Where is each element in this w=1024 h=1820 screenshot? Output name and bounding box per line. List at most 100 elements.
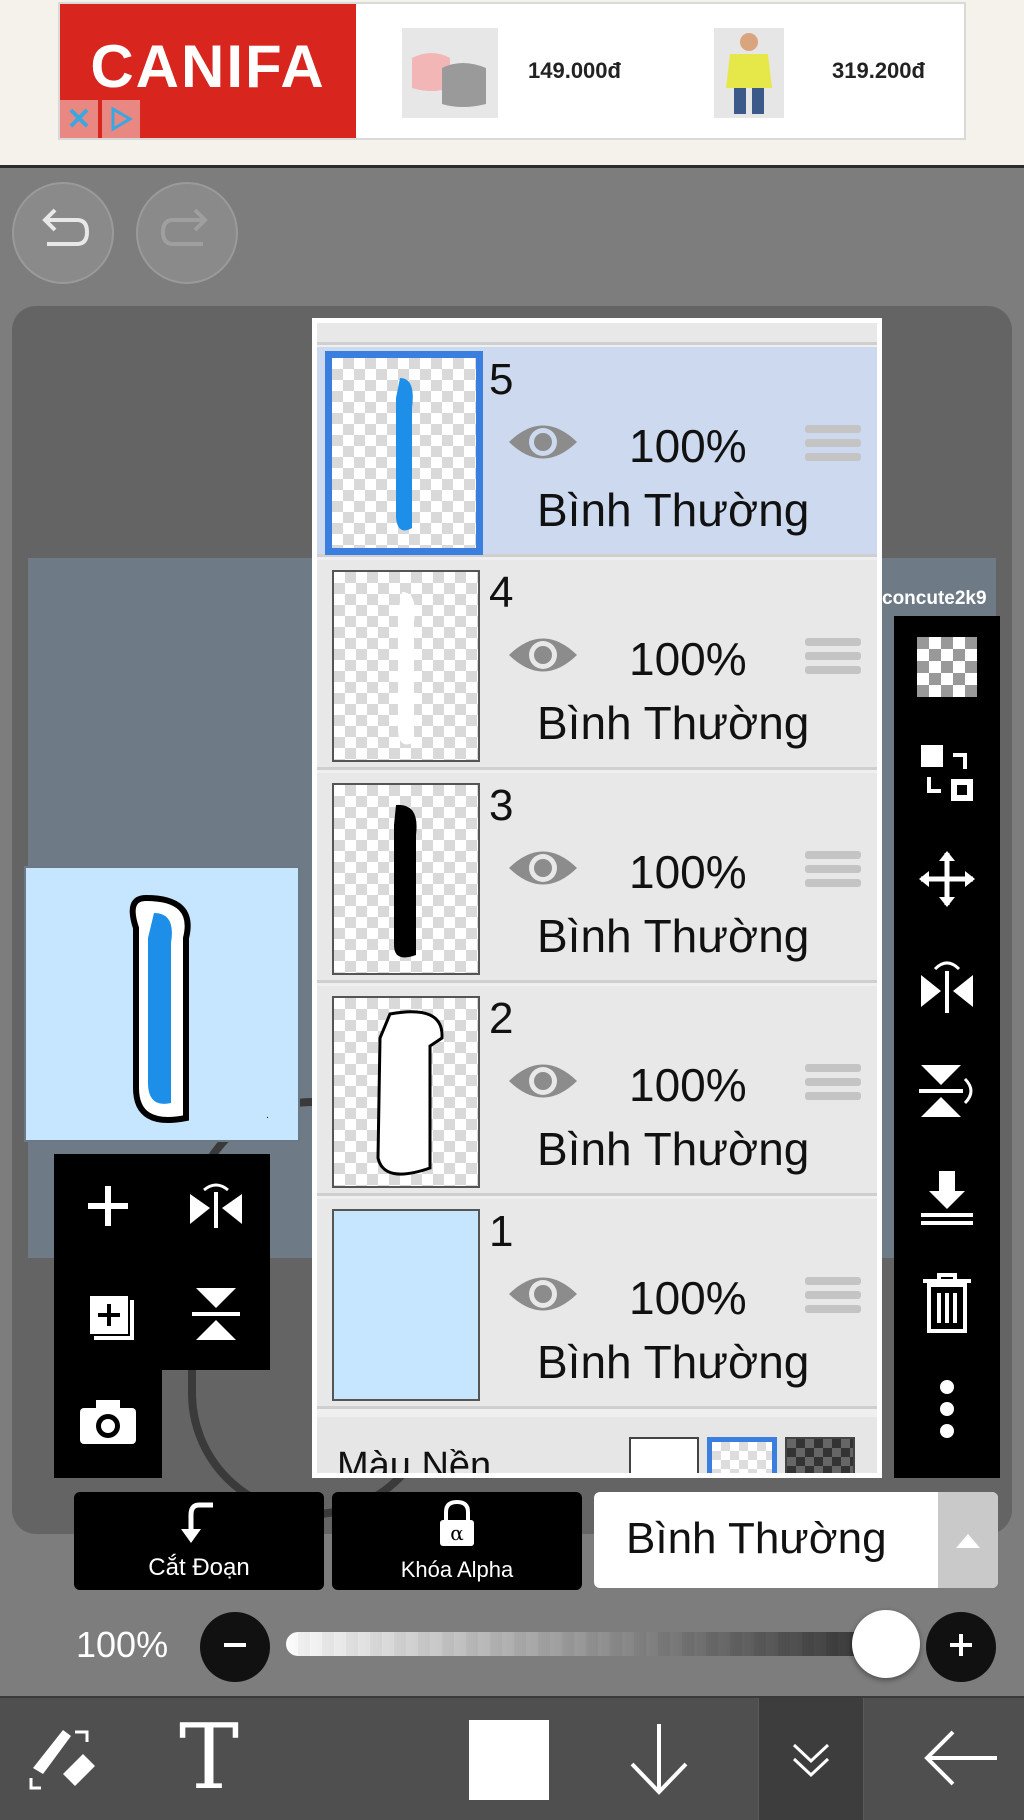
add-layer-button[interactable] bbox=[54, 1154, 162, 1262]
drag-handle-icon[interactable] bbox=[805, 425, 861, 469]
layer-blend-mode[interactable]: Bình Thường bbox=[537, 483, 809, 537]
chevron-up-icon[interactable] bbox=[938, 1492, 998, 1588]
layer-number: 5 bbox=[489, 355, 514, 404]
layer-blend-mode[interactable]: Bình Thường bbox=[537, 696, 809, 750]
eye-icon[interactable] bbox=[505, 1269, 581, 1319]
camera-tool bbox=[54, 1370, 162, 1478]
swap-layers-button[interactable] bbox=[894, 722, 1000, 828]
flip-vertical-icon bbox=[917, 1061, 977, 1126]
opacity-value: 100% bbox=[76, 1624, 169, 1665]
opacity-slider-track[interactable] bbox=[286, 1632, 886, 1656]
layer-opacity[interactable]: 100% bbox=[629, 632, 747, 686]
ad-product-image-1[interactable] bbox=[402, 28, 498, 118]
layer-opacity[interactable]: 100% bbox=[629, 845, 747, 899]
color-picker-button[interactable] bbox=[454, 1698, 564, 1820]
lock-alpha-icon: α bbox=[436, 1499, 478, 1553]
text-tool-button[interactable]: T bbox=[154, 1698, 264, 1820]
merge-down-button[interactable] bbox=[894, 1146, 1000, 1252]
scroll-down-button[interactable] bbox=[604, 1698, 714, 1820]
ad-product-price-1[interactable]: 149.000đ bbox=[528, 58, 621, 84]
background-white-swatch[interactable] bbox=[629, 1437, 699, 1473]
layers-panel[interactable]: 5 100% Bình Thường 4 100% Bình Thường 3 … bbox=[312, 318, 882, 1478]
layer-thumbnail-2[interactable] bbox=[332, 996, 480, 1188]
text-icon: T bbox=[169, 1705, 249, 1810]
undo-icon bbox=[33, 206, 93, 261]
camera-icon bbox=[78, 1398, 138, 1451]
plus-icon bbox=[84, 1182, 132, 1235]
flip-vertical-icon bbox=[188, 1284, 244, 1349]
eye-icon[interactable] bbox=[505, 417, 581, 467]
transparent-fill-button[interactable] bbox=[894, 616, 1000, 722]
opacity-increase-button[interactable] bbox=[926, 1612, 996, 1682]
canvas-watermark-text: concute2k9 bbox=[882, 588, 987, 609]
layer-thumbnail-1[interactable] bbox=[332, 1209, 480, 1401]
layer-opacity[interactable]: 100% bbox=[629, 1058, 747, 1112]
alpha-lock-label: Khóa Alpha bbox=[400, 1556, 514, 1582]
blend-mode-select[interactable]: Bình Thường bbox=[594, 1492, 998, 1588]
layer-thumbnail-5[interactable] bbox=[325, 351, 483, 555]
move-button[interactable] bbox=[894, 828, 1000, 934]
eye-icon[interactable] bbox=[505, 630, 581, 680]
ad-banner[interactable]: CANIFA ✕ 149.000đ 319.200đ bbox=[58, 2, 966, 140]
more-vertical-icon bbox=[937, 1379, 957, 1444]
flip-vertical-right-button[interactable] bbox=[894, 1040, 1000, 1146]
layer-number: 3 bbox=[489, 781, 514, 830]
back-button[interactable] bbox=[906, 1698, 1016, 1820]
svg-text:α: α bbox=[450, 1521, 464, 1545]
drag-handle-icon[interactable] bbox=[805, 1277, 861, 1321]
flip-horizontal-icon bbox=[917, 955, 977, 1020]
flip-horizontal-button[interactable] bbox=[162, 1154, 270, 1262]
drag-handle-icon[interactable] bbox=[805, 638, 861, 682]
layer-opacity[interactable]: 100% bbox=[629, 419, 747, 473]
redo-icon bbox=[157, 206, 217, 261]
eye-icon[interactable] bbox=[505, 1056, 581, 1106]
eye-icon[interactable] bbox=[505, 843, 581, 893]
layer-row-5[interactable]: 5 100% Bình Thường bbox=[317, 347, 877, 557]
ad-banner-area: CANIFA ✕ 149.000đ 319.200đ bbox=[0, 0, 1024, 168]
layer-opacity[interactable]: 100% bbox=[629, 1271, 747, 1325]
swap-icon bbox=[917, 741, 977, 810]
layer-thumbnail-3[interactable] bbox=[332, 783, 480, 975]
merge-down-icon bbox=[917, 1167, 977, 1232]
alpha-lock-button[interactable]: α Khóa Alpha bbox=[332, 1492, 582, 1590]
flip-vertical-button[interactable] bbox=[162, 1262, 270, 1370]
layer-row-1[interactable]: 1 100% Bình Thường bbox=[317, 1199, 877, 1409]
blend-mode-value: Bình Thường bbox=[626, 1514, 887, 1563]
camera-button[interactable] bbox=[54, 1370, 162, 1478]
layer-row-3[interactable]: 3 100% Bình Thường bbox=[317, 773, 877, 983]
drag-handle-icon[interactable] bbox=[805, 1064, 861, 1108]
canvas-preview[interactable]: . bbox=[24, 866, 300, 1142]
brush-eraser-toggle-button[interactable] bbox=[8, 1698, 118, 1820]
opacity-decrease-button[interactable] bbox=[200, 1612, 270, 1682]
ad-product-image-2[interactable] bbox=[714, 28, 784, 118]
layer-number: 4 bbox=[489, 568, 514, 617]
background-color-row: Màu Nền bbox=[317, 1417, 877, 1473]
more-options-button[interactable] bbox=[894, 1358, 1000, 1464]
layer-row-partial[interactable] bbox=[317, 323, 877, 345]
delete-layer-button[interactable] bbox=[894, 1252, 1000, 1358]
flip-horizontal-right-button[interactable] bbox=[894, 934, 1000, 1040]
ad-close-icon[interactable]: ✕ bbox=[60, 100, 98, 138]
layer-blend-mode[interactable]: Bình Thường bbox=[537, 909, 809, 963]
opacity-slider-thumb[interactable] bbox=[852, 1610, 920, 1678]
ad-product-price-2[interactable]: 319.200đ bbox=[832, 58, 925, 84]
background-transparent-swatch[interactable] bbox=[707, 1437, 777, 1473]
undo-button[interactable] bbox=[12, 182, 114, 284]
ad-choices-icon[interactable] bbox=[102, 100, 140, 138]
layer-tools-grid bbox=[54, 1154, 270, 1370]
layer-number: 2 bbox=[489, 994, 514, 1043]
collapse-panel-button[interactable] bbox=[758, 1698, 864, 1820]
clipping-button[interactable]: Cắt Đoạn bbox=[74, 1492, 324, 1590]
color-swatch bbox=[469, 1720, 549, 1800]
double-chevron-down-icon bbox=[786, 1733, 836, 1788]
move-icon bbox=[917, 849, 977, 914]
layer-row-4[interactable]: 4 100% Bình Thường bbox=[317, 560, 877, 770]
layer-blend-mode[interactable]: Bình Thường bbox=[537, 1122, 809, 1176]
layer-row-2[interactable]: 2 100% Bình Thường bbox=[317, 986, 877, 1196]
background-dark-checker-swatch[interactable] bbox=[785, 1437, 855, 1473]
redo-button[interactable] bbox=[136, 182, 238, 284]
layer-blend-mode[interactable]: Bình Thường bbox=[537, 1335, 809, 1389]
layer-thumbnail-4[interactable] bbox=[332, 570, 480, 762]
add-layer-copy-button[interactable] bbox=[54, 1262, 162, 1370]
drag-handle-icon[interactable] bbox=[805, 851, 861, 895]
